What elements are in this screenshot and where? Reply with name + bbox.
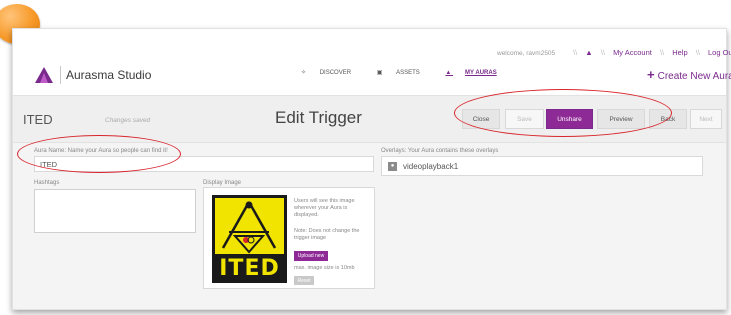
overlay-item[interactable]: ● videoplayback1	[381, 156, 703, 176]
link-separator: \\	[573, 48, 578, 57]
help-link[interactable]: Help	[672, 48, 687, 57]
overlay-type-icon: ●	[388, 161, 397, 171]
overlays-label: Overlays: Your Aura contains these overl…	[381, 148, 499, 154]
hashtags-textarea[interactable]	[34, 189, 196, 233]
display-note-text: Note: Does not change the trigger image	[294, 228, 360, 241]
assets-icon: ▣	[376, 70, 385, 76]
create-new-label: Create New Aura	[657, 71, 731, 82]
display-image-panel: ITED Users will see this image wherever …	[203, 187, 375, 289]
aurasma-logo-icon[interactable]	[35, 67, 53, 83]
nav-my-auras-label: MY AURAS	[465, 70, 497, 76]
reset-button[interactable]: Reset	[294, 276, 314, 285]
my-auras-icon: ▲	[445, 70, 454, 76]
highlight-ellipse-buttons	[454, 89, 672, 137]
link-separator: \\	[695, 48, 700, 57]
display-image-label: Display Image	[203, 180, 242, 186]
max-size-text: max. image size is 10mb	[294, 265, 355, 271]
nav-my-auras[interactable]: ▲ MY AURAS	[445, 70, 508, 76]
nav-discover-label: DISCOVER	[319, 70, 352, 76]
thumbnail-text: ITED	[212, 254, 287, 283]
display-image-thumbnail: ITED	[212, 195, 287, 283]
nav-discover[interactable]: ✧ DISCOVER	[301, 70, 363, 76]
main-nav: ✧ DISCOVER ▣ ASSETS ▲ MY AURAS	[301, 69, 521, 76]
link-separator: \\	[659, 48, 665, 57]
overlay-name: videoplayback1	[403, 161, 459, 171]
notification-icon[interactable]: ▲	[585, 48, 592, 57]
create-new-aura-button[interactable]: + Create New Aura	[647, 67, 731, 82]
user-links: \\ ▲ \\ My Account \\ Help \\ Log Out	[573, 48, 731, 57]
welcome-text: welcome, ravm2505	[497, 50, 556, 57]
aura-title: ITED	[23, 112, 53, 127]
thumbnail-background	[215, 198, 284, 254]
nav-assets[interactable]: ▣ ASSETS	[377, 70, 432, 76]
plus-icon: +	[647, 67, 655, 82]
highlight-ellipse-aura-name	[17, 135, 181, 173]
header-divider	[60, 66, 61, 84]
link-separator: \\	[600, 48, 605, 57]
top-navigation: Aurasma Studio welcome, ravm2505 \\ ▲ \\…	[13, 29, 731, 95]
hashtags-label: Hashtags	[34, 180, 60, 186]
display-info-text: Users will see this image wherever your …	[294, 198, 355, 218]
upload-new-button[interactable]: Upload new	[294, 251, 328, 261]
discover-icon: ✧	[301, 70, 308, 76]
save-status: Changes saved	[105, 117, 151, 124]
nav-assets-label: ASSETS	[396, 70, 420, 76]
brand-name: Aurasma Studio	[66, 68, 152, 82]
app-window: Aurasma Studio welcome, ravm2505 \\ ▲ \\…	[12, 28, 731, 310]
my-account-link[interactable]: My Account	[613, 48, 652, 57]
next-button[interactable]: Next	[690, 109, 722, 129]
page-title: Edit Trigger	[275, 108, 362, 127]
log-out-link[interactable]: Log Out	[708, 48, 731, 57]
ited-emblem-icon	[221, 201, 277, 254]
